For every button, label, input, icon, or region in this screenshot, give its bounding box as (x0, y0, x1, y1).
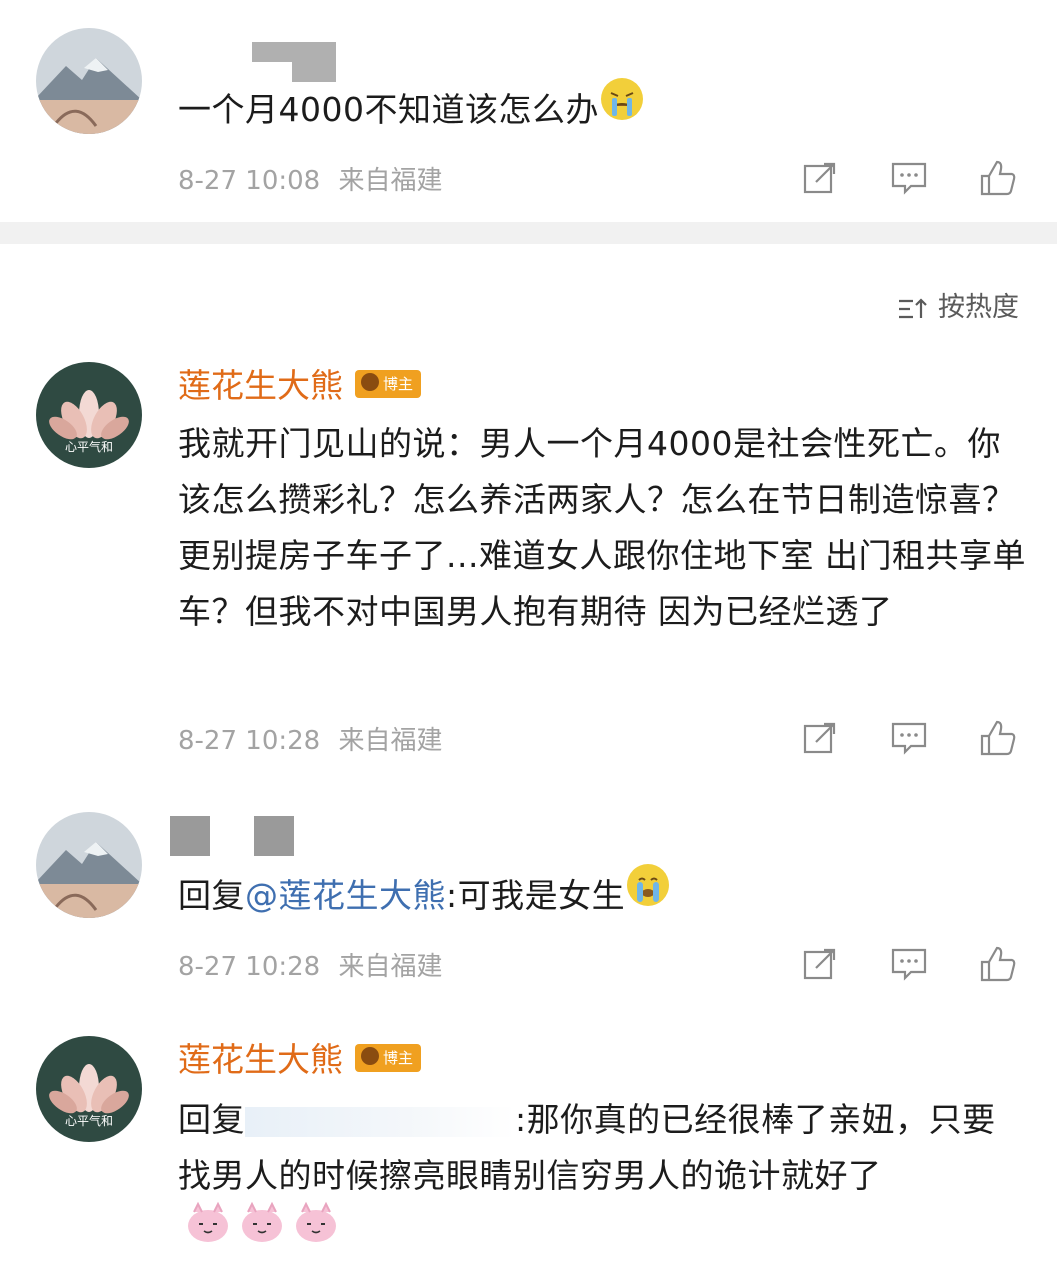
avatar-caption: 心平气和 (64, 440, 113, 454)
comment-icon[interactable] (889, 718, 929, 758)
comment-text: 我就开门见山的说：男人一个月4000是社会性死亡。你该怎么攒彩礼？怎么养活两家人… (178, 424, 1026, 631)
post-meta: 8-27 10:08 来自福建 (178, 160, 442, 197)
like-icon[interactable] (978, 718, 1018, 758)
post-actions (800, 158, 1022, 198)
post-original: 一个月4000不知道该怎么办 8-27 10:08 来自福建 (0, 0, 1057, 222)
location: 来自福建 (338, 952, 443, 982)
mention-link[interactable]: @莲花生大熊 (245, 876, 446, 915)
username[interactable]: 莲花生大熊 博主 (178, 366, 422, 406)
avatar[interactable]: 心平气和 (36, 1036, 142, 1142)
comment-actions (800, 718, 1022, 758)
comment-meta: 8-27 10:28 来自福建 (178, 720, 442, 757)
like-icon[interactable] (978, 158, 1018, 198)
section-divider (0, 222, 1057, 244)
comment-text: 回复:那你真的已经很棒了亲妞，只要找男人的时候擦亮眼睛别信穷男人的诡计就好了 (178, 1092, 1028, 1265)
crying-emoji (625, 862, 671, 925)
comment-icon[interactable] (889, 944, 929, 984)
comment-icon[interactable] (889, 158, 929, 198)
crying-emoji (599, 76, 645, 139)
reply-prefix: 回复 (178, 1100, 245, 1139)
sort-toggle[interactable]: 按热度 (897, 285, 1019, 324)
timestamp: 8-27 10:08 (178, 166, 321, 196)
comment: 心平气和 莲花生大熊 博主 我就开门见山的说：男人一个月4000是社会性死亡。你该… (0, 340, 1057, 780)
share-icon[interactable] (800, 158, 840, 198)
comment: 回复@莲花生大熊:可我是女生 8-27 10:28 来自福建 (0, 800, 1057, 1010)
bear-icon (361, 1047, 379, 1065)
like-icon[interactable] (978, 944, 1018, 984)
share-icon[interactable] (800, 944, 840, 984)
timestamp: 8-27 10:28 (178, 952, 321, 982)
share-icon[interactable] (800, 718, 840, 758)
comment-meta: 8-27 10:28 来自福建 (178, 946, 442, 983)
location: 来自福建 (338, 166, 443, 196)
blurred-username (245, 1106, 515, 1137)
comment-actions (800, 944, 1022, 984)
avatar[interactable]: 心平气和 (36, 362, 142, 468)
redacted-username (170, 816, 210, 856)
bear-icon (361, 373, 379, 391)
author-badge: 博主 (355, 1043, 422, 1072)
redacted-username (254, 816, 294, 856)
author-badge: 博主 (355, 369, 422, 398)
sort-label: 按热度 (938, 292, 1019, 323)
sort-icon (899, 297, 928, 318)
avatar[interactable] (36, 812, 142, 918)
avatar[interactable] (36, 28, 142, 134)
location: 来自福建 (338, 726, 443, 756)
redacted-username-part (252, 62, 292, 82)
reply-prefix: 回复 (178, 876, 245, 915)
post-text: 一个月4000不知道该怎么办 (178, 78, 1028, 143)
avatar-caption: 心平气和 (64, 1114, 113, 1128)
timestamp: 8-27 10:28 (178, 726, 321, 756)
pig-emoji (184, 1200, 344, 1261)
comment: 心平气和 莲花生大熊 博主 回复:那你真的已经很棒了亲妞，只要找男人的时候擦亮眼睛… (0, 1020, 1057, 1280)
comment-text: 回复@莲花生大熊:可我是女生 (178, 864, 1028, 929)
username[interactable]: 莲花生大熊 博主 (178, 1040, 422, 1080)
